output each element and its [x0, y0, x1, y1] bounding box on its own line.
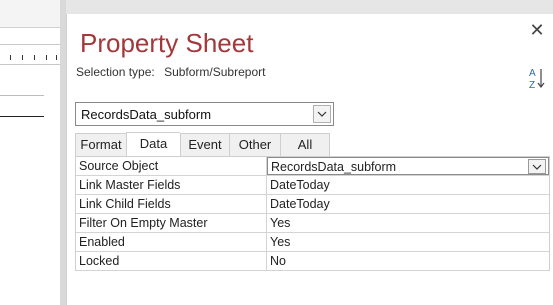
- chevron-down-icon[interactable]: [528, 159, 546, 174]
- property-row-source-object[interactable]: Source Object RecordsData_subform: [76, 157, 549, 176]
- property-tabs: Format Data Event Other All: [75, 132, 330, 157]
- property-row-enabled[interactable]: Enabled Yes: [76, 233, 549, 252]
- property-sheet-title: Property Sheet: [80, 28, 254, 58]
- property-row-locked[interactable]: Locked No: [76, 252, 549, 271]
- property-name: Link Master Fields: [76, 176, 267, 194]
- property-row-filter-on-empty-master[interactable]: Filter On Empty Master Yes: [76, 214, 549, 233]
- tab-data[interactable]: Data: [126, 132, 180, 157]
- tab-other[interactable]: Other: [229, 133, 280, 157]
- form-design-surface[interactable]: [0, 0, 60, 305]
- tab-event[interactable]: Event: [180, 133, 229, 157]
- property-value[interactable]: No: [267, 252, 549, 270]
- property-name: Link Child Fields: [76, 195, 267, 213]
- property-name: Enabled: [76, 233, 267, 251]
- selection-type-value: Subform/Subreport: [164, 65, 266, 79]
- sort-az-icon[interactable]: A Z: [528, 66, 546, 91]
- property-name: Filter On Empty Master: [76, 214, 267, 232]
- property-value[interactable]: DateToday: [267, 176, 549, 194]
- selection-type: Selection type: Subform/Subreport: [76, 65, 265, 79]
- property-row-link-master-fields[interactable]: Link Master Fields DateToday: [76, 176, 549, 195]
- svg-text:Z: Z: [529, 80, 535, 90]
- close-icon[interactable]: ✕: [527, 20, 547, 40]
- property-value-input[interactable]: RecordsData_subform: [267, 157, 549, 175]
- tab-format[interactable]: Format: [75, 133, 126, 157]
- object-selector-value: RecordsData_subform: [81, 107, 212, 122]
- designer-toolbar-strip: [0, 0, 60, 28]
- property-value: RecordsData_subform: [271, 160, 397, 174]
- property-value[interactable]: DateToday: [267, 195, 549, 213]
- property-name: Locked: [76, 252, 267, 270]
- section-divider: [0, 95, 44, 96]
- property-value[interactable]: Yes: [267, 214, 549, 232]
- chevron-down-icon[interactable]: [313, 105, 331, 123]
- horizontal-ruler: [0, 44, 60, 65]
- property-row-link-child-fields[interactable]: Link Child Fields DateToday: [76, 195, 549, 214]
- property-sheet-pane: Property Sheet ✕ Selection type: Subform…: [66, 14, 553, 305]
- property-value[interactable]: Yes: [267, 233, 549, 251]
- object-selector-combo[interactable]: RecordsData_subform: [75, 102, 334, 126]
- selection-type-label: Selection type:: [76, 65, 155, 79]
- property-grid: Source Object RecordsData_subform Link M…: [75, 156, 550, 271]
- tab-all[interactable]: All: [280, 133, 330, 157]
- svg-text:A: A: [529, 68, 536, 79]
- property-name: Source Object: [76, 157, 267, 175]
- subform-border: [0, 116, 44, 117]
